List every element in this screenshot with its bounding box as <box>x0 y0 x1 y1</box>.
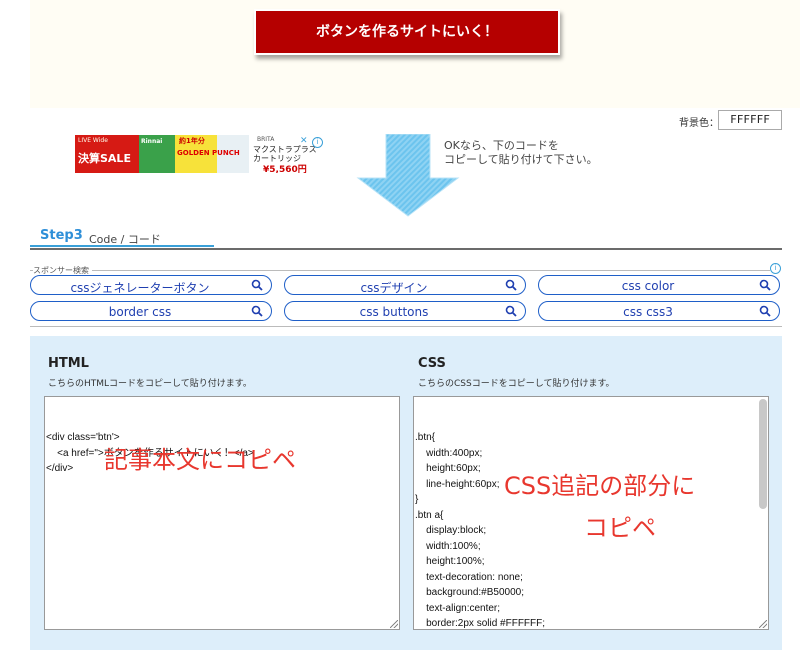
search-term-button[interactable]: cssデザイン <box>284 275 526 295</box>
search-term-label: cssデザイン <box>360 281 428 295</box>
search-term-label: border css <box>108 305 172 319</box>
ad-text: GOLDEN PUNCH <box>177 149 240 157</box>
ad-filter-panel: BRITA マクストラプラス カートリッジ ¥5,560円 <box>249 135 321 173</box>
search-divider <box>30 326 782 327</box>
ad-product-panel: Rinnai 約1年分 GOLDEN PUNCH <box>139 135 249 173</box>
search-term-label: cssジェネレーターボタン <box>70 281 210 295</box>
css-panel-title: CSS <box>418 356 446 371</box>
instruction-line: OKなら、下のコードを <box>444 139 559 152</box>
ad-info-icon[interactable]: i <box>312 137 323 148</box>
ad-text: 約1年分 <box>179 137 205 145</box>
instruction-line: コピーして貼り付けて下さい。 <box>444 153 598 166</box>
search-term-label: css color <box>621 279 675 293</box>
search-icon <box>251 279 263 291</box>
ad-text: LIVE Wide <box>78 137 108 144</box>
background-color-input[interactable]: FFFFFF <box>718 110 782 130</box>
preview-button[interactable]: ボタンを作るサイトにいく！ <box>254 9 560 55</box>
search-term-button[interactable]: css color <box>538 275 780 295</box>
ad-close-icon[interactable]: ✕ <box>300 136 308 146</box>
search-info-icon[interactable]: i <box>770 263 781 274</box>
html-code-textarea[interactable]: <div class='btn'> <a href=">ボタンを作るサイトにいく… <box>44 396 400 630</box>
resize-handle-icon[interactable] <box>759 620 767 628</box>
search-icon <box>505 279 517 291</box>
search-icon <box>505 305 517 317</box>
step-number: Step3 <box>40 228 83 243</box>
search-term-label: css buttons <box>359 305 429 319</box>
ad-sale-panel: LIVE Wide 決算SALE <box>75 135 139 173</box>
ad-text: 決算SALE <box>78 152 131 165</box>
css-annotation: CSS追記の部分に <box>504 472 696 500</box>
ad-text: ¥5,560円 <box>263 165 307 173</box>
ad-text: Rinnai <box>141 138 163 145</box>
search-divider <box>30 270 770 271</box>
search-term-button[interactable]: cssジェネレーターボタン <box>30 275 272 295</box>
ad-text: BRITA <box>257 136 275 143</box>
search-term-button[interactable]: border css <box>30 301 272 321</box>
search-icon <box>759 305 771 317</box>
html-panel-subtitle: こちらのHTMLコードをコピーして貼り付けます。 <box>48 379 252 389</box>
search-term-button[interactable]: css css3 <box>538 301 780 321</box>
step-label: Code / コード <box>89 233 161 246</box>
html-annotation: 記事本文にコピペ <box>104 446 296 474</box>
search-term-label: css css3 <box>623 305 673 319</box>
instruction-text: OKなら、下のコードを コピーして貼り付けて下さい。 <box>444 139 598 167</box>
scrollbar[interactable] <box>759 399 767 509</box>
css-annotation: コピペ <box>584 514 656 542</box>
search-icon <box>251 305 263 317</box>
search-icon <box>759 279 771 291</box>
ad-banner[interactable]: LIVE Wide 決算SALE Rinnai 約1年分 GOLDEN PUNC… <box>75 135 321 173</box>
resize-handle-icon[interactable] <box>390 620 398 628</box>
search-term-button[interactable]: css buttons <box>284 301 526 321</box>
background-color-label: 背景色： <box>679 118 719 129</box>
html-panel-title: HTML <box>48 356 89 371</box>
css-panel-subtitle: こちらのCSSコードをコピーして貼り付けます。 <box>418 379 615 389</box>
